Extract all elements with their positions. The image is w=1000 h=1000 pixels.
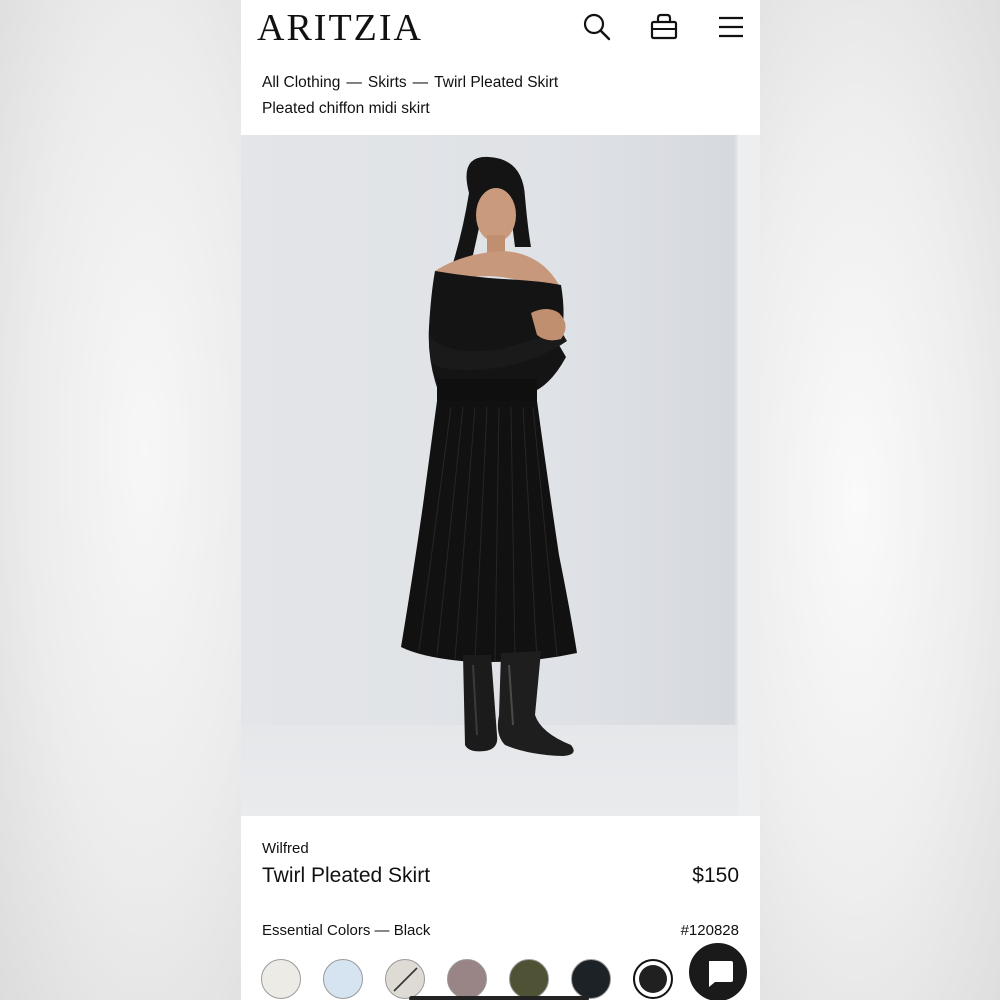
chat-button[interactable] [687,941,749,1000]
product-info: Wilfred Twirl Pleated Skirt $150 Essenti… [241,816,760,1000]
unavailable-slash-icon [393,967,418,992]
swatch-black-fill [639,965,667,993]
color-label: Essential Colors — Black [262,922,431,939]
background-right [760,0,1000,1000]
breadcrumb-skirts[interactable]: Skirts [368,74,407,92]
product-brand[interactable]: Wilfred [262,840,309,857]
model-figure [401,156,577,756]
swatch-ivory[interactable] [261,959,301,999]
swatch-mauve[interactable] [447,959,487,999]
menu-icon[interactable] [716,12,746,42]
product-price: $150 [692,864,739,887]
background-left [0,0,241,1000]
site-header: ARITZIA All Clothing — Skirts — Twirl Pleate… [241,0,760,135]
swatch-olive[interactable] [509,959,549,999]
swatch-light-blue[interactable] [323,959,363,999]
breadcrumb-current: Twirl Pleated Skirt [434,74,559,91]
swatch-black[interactable] [633,959,673,999]
product-page: ARITZIA All Clothing — Skirts — Twirl Pleate… [241,0,760,1000]
breadcrumb-separator: — [346,74,362,91]
product-subtitle: Pleated chiffon midi skirt [262,100,430,117]
swatch-unavailable[interactable] [385,959,425,999]
breadcrumb-all-clothing[interactable]: All Clothing [262,74,340,92]
search-icon[interactable] [582,12,612,42]
swatch-navy[interactable] [571,959,611,999]
home-indicator [409,996,589,1000]
breadcrumb-separator: — [412,74,429,91]
product-name: Twirl Pleated Skirt [262,864,431,887]
chat-icon [709,961,733,987]
breadcrumb: All Clothing — Skirts — Twirl Pleated Skirt [262,74,558,92]
aritzia-logo[interactable]: ARITZIA [257,6,423,50]
bag-icon[interactable] [649,12,679,42]
product-image[interactable] [241,135,760,816]
product-sku: #120828 [680,922,739,939]
